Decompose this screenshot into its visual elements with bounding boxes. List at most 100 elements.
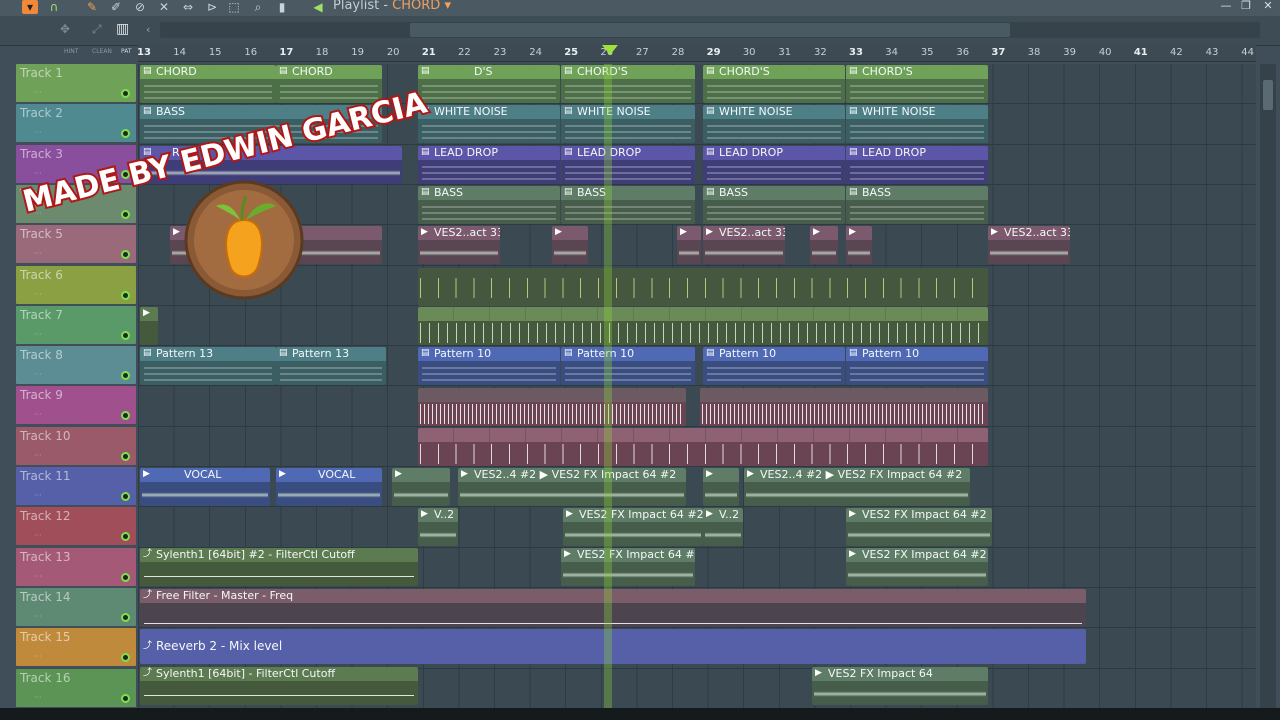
track-header[interactable]: Track 9 ···	[16, 386, 136, 425]
mute-icon[interactable]: ✕	[156, 0, 172, 14]
track-header[interactable]: Track 13 ···	[16, 547, 136, 586]
play-arrow-icon[interactable]: ◀	[310, 0, 326, 14]
timeline-ruler[interactable]: 13 14 15 16 17 18 19 20 21 22 23 24 25 26 27 28 29 30 31 32…	[137, 44, 1256, 62]
clip-ves-act[interactable]: ▶ VES2..act 33	[703, 226, 785, 264]
track-mute-led-icon[interactable]	[121, 371, 130, 381]
track-mute-led-icon[interactable]	[121, 492, 130, 501]
track-header[interactable]: Track 5 ···	[16, 225, 136, 264]
scrollbar-thumb[interactable]	[1263, 80, 1273, 110]
clip-snares[interactable]	[418, 428, 988, 466]
clip-chords[interactable]: ▤ CHORD'S	[846, 65, 988, 103]
track-mute-led-icon[interactable]	[121, 169, 130, 179]
snap-icon[interactable]: ✥	[60, 22, 70, 36]
playback-icon[interactable]: ▮	[274, 0, 290, 14]
clip-chords[interactable]: ▤ D'S	[418, 65, 560, 103]
clip-ves-impact[interactable]: ▶ VES2 FX Impact 64 #2	[846, 548, 988, 586]
playhead[interactable]	[604, 64, 612, 710]
clip-automation-sylenth[interactable]: ⤴ Sylenth1 [64bit] - FilterCtl Cutoff	[140, 667, 418, 705]
window-title[interactable]: Playlist - CHORD ▾	[333, 0, 451, 13]
close-icon[interactable]: ✕	[1260, 0, 1276, 14]
track-header[interactable]: Track 10 ···	[16, 426, 136, 465]
brush-icon[interactable]: ✐	[108, 0, 124, 14]
clip-white-noise[interactable]: ▤ WHITE NOISE	[846, 105, 988, 143]
track-header[interactable]: Track 6 ···	[16, 265, 136, 304]
clip-white-noise[interactable]: ▤ WHITE NOISE	[418, 105, 560, 143]
clip-vocal[interactable]: ▶ VOCAL	[140, 468, 270, 506]
clip-bass[interactable]: ▤ BASS	[846, 186, 988, 224]
track-header[interactable]: Track 11 ···	[16, 467, 136, 505]
clip-chord[interactable]: ▤ CHORD	[276, 65, 382, 103]
clip-vocal[interactable]: ▶ VOCAL	[276, 468, 382, 506]
clip-ves-impact[interactable]: ▶ VES2 FX Impact 64 #2	[563, 508, 703, 546]
clip-v2[interactable]: ▶ V..2	[703, 508, 743, 546]
clip-lead-drop[interactable]: ▤ LEAD DROP	[846, 146, 988, 184]
clip-pattern13[interactable]: ▤ Pattern 13	[140, 347, 276, 385]
piano-roll-icon[interactable]: ▥	[116, 21, 129, 37]
track-header[interactable]: Track 12 ···	[16, 507, 136, 546]
track-mute-led-icon[interactable]	[121, 250, 130, 260]
clip-automation-free-filter[interactable]: ⤴ Free Filter - Master - Freq	[140, 589, 1086, 627]
zoom-icon[interactable]: ⌕	[250, 0, 266, 14]
track-mute-led-icon[interactable]	[121, 330, 130, 340]
scroll-left-icon[interactable]: ‹	[146, 23, 150, 36]
clip-ves-impact[interactable]: ▶ VES2 FX Impact 64 #2	[846, 508, 992, 546]
clip-bass[interactable]: ▤ BASS	[561, 186, 695, 224]
clip-bass[interactable]: ▤ BASS	[140, 105, 382, 143]
menu-arrow-icon[interactable]: ▾	[22, 0, 38, 14]
clip-audio[interactable]: ▶	[392, 468, 450, 506]
link-icon[interactable]: ⤢	[92, 22, 102, 37]
clip-lead-drop[interactable]: ▤ LEAD DROP	[703, 146, 845, 184]
track-mute-led-icon[interactable]	[121, 532, 130, 542]
clip-pattern13[interactable]: ▤ Pattern 13	[276, 347, 386, 385]
clip-hats[interactable]	[418, 268, 988, 306]
clip-pattern10[interactable]: ▤ Pattern 10	[846, 347, 988, 385]
clip-chords[interactable]: ▤ CHORD'S	[561, 65, 695, 103]
track-mute-led-icon[interactable]	[121, 209, 130, 219]
clip-ves-act[interactable]: ▶ VES2..act 33	[988, 226, 1070, 264]
clip-pattern10[interactable]: ▤ Pattern 10	[703, 347, 845, 385]
track-mute-led-icon[interactable]	[121, 290, 130, 300]
track-header[interactable]: Track 2 ···	[16, 104, 136, 143]
clip-chords[interactable]: ▤ CHORD'S	[703, 65, 845, 103]
clip-bass[interactable]: ▤ BASS	[418, 186, 560, 224]
track-header[interactable]: Track 4 ···	[16, 184, 136, 223]
pencil-icon[interactable]: ✎	[84, 0, 100, 14]
track-header[interactable]: Track 8 ···	[16, 346, 136, 385]
clip-audio[interactable]: ▶	[810, 226, 838, 264]
clip-rolls[interactable]	[700, 388, 988, 426]
track-header[interactable]: Track 3 ···	[16, 144, 136, 183]
clip-chord[interactable]: ▤ CHORD	[140, 65, 276, 103]
track-mute-led-icon[interactable]	[121, 612, 130, 622]
track-mute-led-icon[interactable]	[121, 693, 130, 703]
clip-white-noise[interactable]: ▤ WHITE NOISE	[561, 105, 695, 143]
select-icon[interactable]: ⬚	[226, 0, 242, 14]
track-header[interactable]: Track 14 ···	[16, 587, 136, 626]
song-position-marker[interactable]	[602, 45, 618, 55]
horizontal-scrollbar[interactable]	[160, 22, 1260, 38]
scrollbar-thumb[interactable]	[410, 23, 1010, 37]
clip-automation-reverb[interactable]: ⤴ Reeverb 2 - Mix level	[140, 629, 1086, 664]
clip-ves-impact[interactable]: ▶ VES2..4 #2 ▶ VES2 FX Impact 64 #2	[744, 468, 970, 506]
clip-audio[interactable]: ▶	[703, 468, 739, 506]
clip-lead-drop[interactable]: ▤ LEAD DROP	[418, 146, 560, 184]
track-mute-led-icon[interactable]	[121, 572, 130, 582]
magnet-icon[interactable]: ∩	[46, 0, 62, 14]
clip-rolls[interactable]	[418, 388, 686, 426]
clip-ves-impact[interactable]: ▶ VES2..4 #2 ▶ VES2 FX Impact 64 #2	[458, 468, 686, 506]
clip-white-noise[interactable]: ▤ WHITE NOISE	[703, 105, 845, 143]
clip-ves-impact[interactable]: ▶ VES2 FX Impact 64	[812, 667, 988, 705]
clip-ves-act[interactable]: ▶ VES2..act 33	[418, 226, 500, 264]
clip-pattern10[interactable]: ▤ Pattern 10	[418, 347, 560, 385]
track-mute-led-icon[interactable]	[121, 653, 130, 663]
clip-bass[interactable]: ▤ BASS	[703, 186, 845, 224]
track-mute-led-icon[interactable]	[121, 451, 130, 461]
track-header[interactable]: Track 7 ···	[16, 305, 136, 344]
clip-pattern10[interactable]: ▤ Pattern 10	[561, 347, 695, 385]
minimize-icon[interactable]: —	[1218, 0, 1234, 14]
maximize-icon[interactable]: ❐	[1238, 0, 1254, 14]
clip-automation-sylenth2[interactable]: ⤴ Sylenth1 [64bit] #2 - FilterCtl Cutoff	[140, 548, 418, 586]
clip-audio[interactable]: ▶	[552, 226, 588, 264]
track-header[interactable]: Track 16 ···	[16, 668, 136, 707]
vertical-scrollbar[interactable]	[1260, 64, 1276, 710]
track-header[interactable]: Track 1 ···	[16, 64, 136, 102]
